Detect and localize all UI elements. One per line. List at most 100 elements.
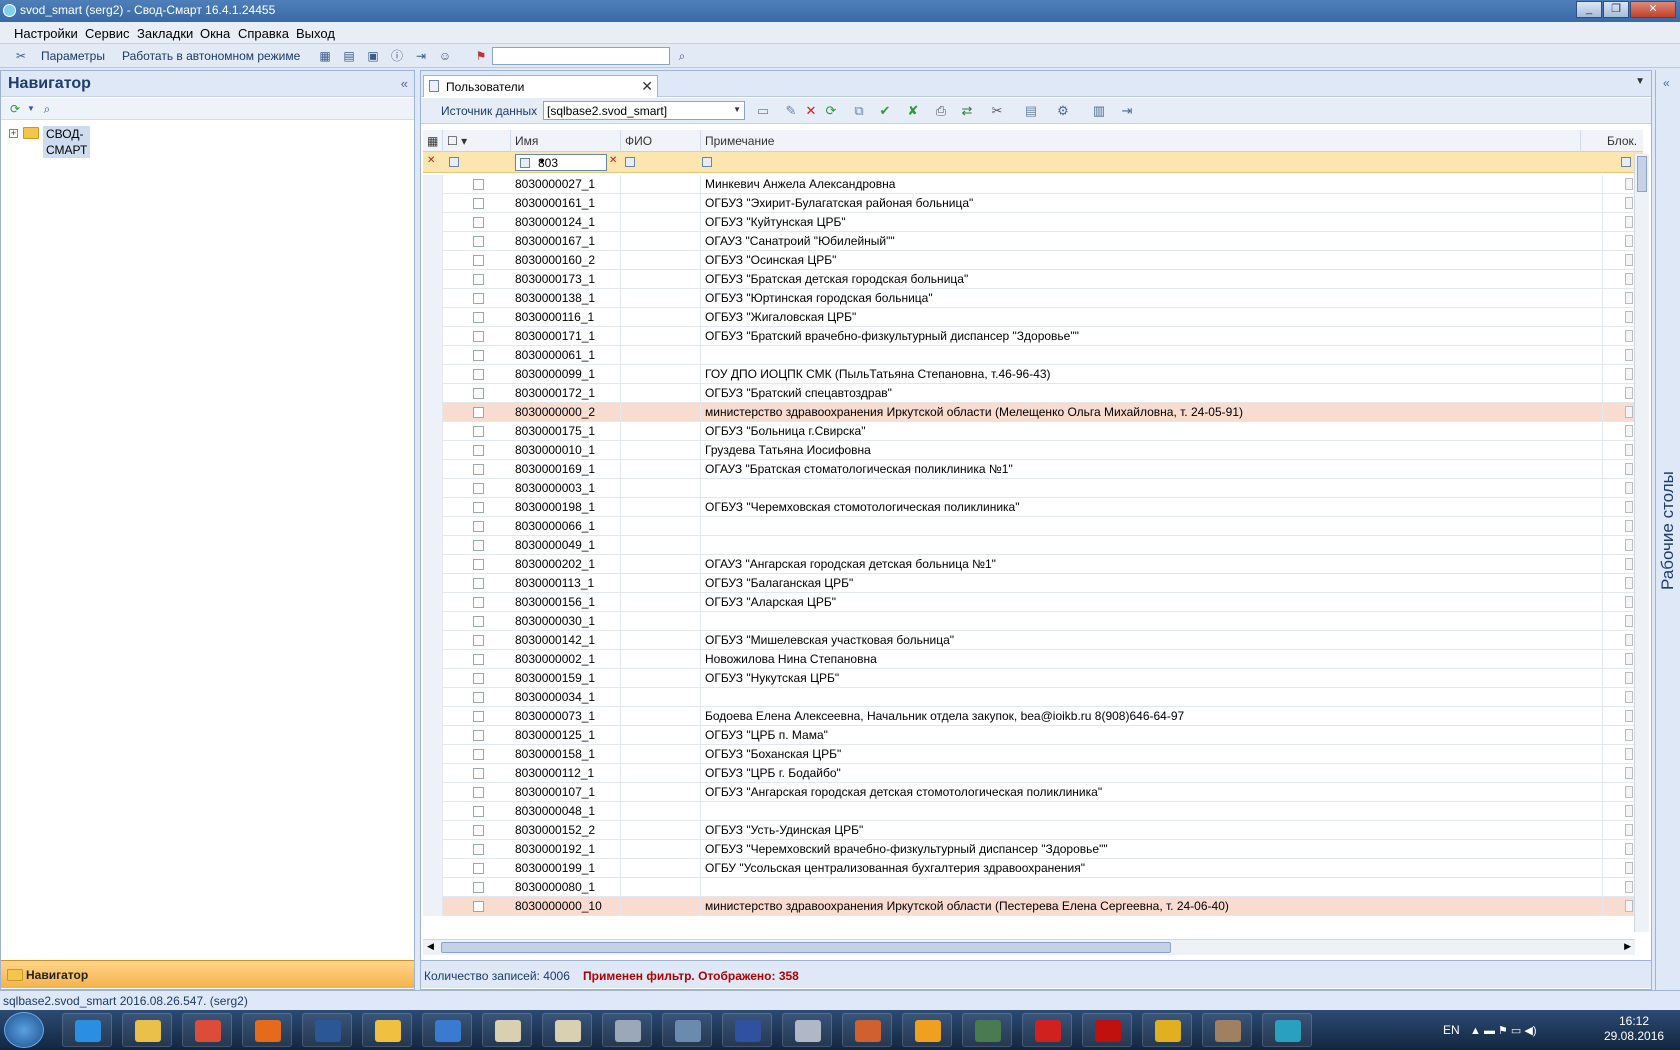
row-indicator[interactable] — [423, 555, 443, 574]
cell-block-checkbox[interactable] — [1625, 349, 1633, 361]
row-indicator[interactable] — [423, 859, 443, 878]
tab-users[interactable]: Пользователи ✕ — [423, 75, 658, 97]
cell-block-checkbox[interactable] — [1625, 577, 1633, 589]
tools-icon[interactable]: ✂ — [989, 103, 1005, 119]
chevron-down-icon[interactable]: ▼ — [538, 157, 603, 166]
taskbar-app[interactable] — [962, 1013, 1012, 1047]
table-row[interactable]: 8030000125_1 ОГБУЗ "ЦРБ п. Мама" — [423, 726, 1643, 745]
row-checkbox[interactable] — [473, 673, 484, 684]
taskbar-app[interactable] — [722, 1013, 772, 1047]
table-row[interactable]: 8030000034_1 — [423, 688, 1643, 707]
row-checkbox[interactable] — [473, 331, 484, 342]
taskbar-app[interactable] — [1202, 1013, 1252, 1047]
row-checkbox[interactable] — [473, 559, 484, 570]
expand-icon[interactable]: + — [9, 129, 18, 138]
row-checkbox[interactable] — [473, 502, 484, 513]
columns-icon[interactable]: ▥ — [1091, 103, 1107, 119]
cell-block-checkbox[interactable] — [1625, 406, 1633, 418]
cell-block-checkbox[interactable] — [1625, 311, 1633, 323]
taskbar-app[interactable] — [902, 1013, 952, 1047]
search-input[interactable] — [492, 47, 670, 65]
cell-block-checkbox[interactable] — [1625, 767, 1633, 779]
cell-block-checkbox[interactable] — [1625, 691, 1633, 703]
row-checkbox[interactable] — [473, 312, 484, 323]
row-checkbox[interactable] — [473, 350, 484, 361]
row-checkbox[interactable] — [473, 483, 484, 494]
cell-block-checkbox[interactable] — [1625, 900, 1633, 912]
block-filter-icon[interactable] — [1621, 157, 1631, 167]
table-row[interactable]: 8030000160_2 ОГБУЗ "Осинская ЦРБ" — [423, 251, 1643, 270]
cell-block-checkbox[interactable] — [1625, 615, 1633, 627]
menu-settings[interactable]: Настройки — [14, 26, 78, 41]
row-checkbox[interactable] — [473, 179, 484, 190]
close-button[interactable]: ✕ — [1630, 1, 1676, 18]
filter-select-icon[interactable] — [449, 157, 459, 167]
menu-windows[interactable]: Окна — [200, 26, 230, 41]
language-indicator[interactable]: EN — [1443, 1023, 1460, 1037]
row-indicator[interactable] — [423, 897, 443, 916]
table-row[interactable]: 8030000202_1 ОГАУЗ "Ангарская городская д… — [423, 555, 1643, 574]
clear-filter-icon[interactable]: ✕ — [609, 155, 619, 166]
desktops-label[interactable]: Рабочие столы — [1658, 471, 1678, 590]
row-checkbox[interactable] — [473, 407, 484, 418]
row-checkbox[interactable] — [473, 388, 484, 399]
cell-block-checkbox[interactable] — [1625, 539, 1633, 551]
row-checkbox[interactable] — [473, 844, 484, 855]
row-checkbox[interactable] — [473, 730, 484, 741]
source-select[interactable]: [sqlbase2.svod_smart] ▼ — [543, 101, 745, 120]
row-checkbox[interactable] — [473, 787, 484, 798]
row-checkbox[interactable] — [473, 217, 484, 228]
taskbar-app[interactable] — [362, 1013, 412, 1047]
column-block[interactable]: Блок. — [1603, 130, 1643, 152]
scroll-right-icon[interactable]: ▶ — [1624, 941, 1631, 952]
scroll-left-icon[interactable]: ◀ — [427, 941, 434, 952]
row-checkbox[interactable] — [473, 464, 484, 475]
menu-bookmarks[interactable]: Закладки — [137, 26, 193, 41]
row-indicator[interactable] — [423, 270, 443, 289]
refresh-icon[interactable]: ⟳ — [7, 101, 23, 117]
note-filter-icon[interactable] — [702, 157, 712, 167]
table-row[interactable]: 8030000002_1 Новожилова Нина Степановна — [423, 650, 1643, 669]
row-indicator[interactable] — [423, 479, 443, 498]
clock[interactable]: 16:12 29.08.2016 — [1604, 1014, 1664, 1044]
taskbar-app[interactable] — [542, 1013, 592, 1047]
row-indicator[interactable] — [423, 175, 443, 194]
row-indicator[interactable] — [423, 441, 443, 460]
row-checkbox[interactable] — [473, 274, 484, 285]
row-checkbox[interactable] — [473, 293, 484, 304]
cell-block-checkbox[interactable] — [1625, 805, 1633, 817]
taskbar-app[interactable] — [602, 1013, 652, 1047]
row-checkbox[interactable] — [473, 369, 484, 380]
gear-icon[interactable]: ⚙ — [1055, 103, 1071, 119]
refresh-icon[interactable]: ⟳ — [823, 103, 839, 119]
table-row[interactable]: 8030000066_1 — [423, 517, 1643, 536]
column-note[interactable]: Примечание — [701, 130, 1581, 152]
taskbar-app[interactable] — [62, 1013, 112, 1047]
cell-block-checkbox[interactable] — [1625, 197, 1633, 209]
cell-block-checkbox[interactable] — [1625, 862, 1633, 874]
cell-block-checkbox[interactable] — [1625, 653, 1633, 665]
grid-menu-icon[interactable]: ▦ — [423, 130, 443, 152]
row-indicator[interactable] — [423, 384, 443, 403]
copy-icon[interactable]: ⧉ — [851, 103, 867, 119]
new-document-icon[interactable]: ▭ — [755, 103, 771, 119]
row-indicator[interactable] — [423, 498, 443, 517]
table-row[interactable]: 8030000152_2 ОГБУЗ "Усть-Удинская ЦРБ" — [423, 821, 1643, 840]
binoculars-icon[interactable]: ⌕ — [674, 48, 690, 64]
row-indicator[interactable] — [423, 308, 443, 327]
taskbar-app[interactable] — [782, 1013, 832, 1047]
row-checkbox[interactable] — [473, 882, 484, 893]
horizontal-scroll-thumb[interactable] — [441, 942, 1171, 953]
row-indicator[interactable] — [423, 346, 443, 365]
table-row[interactable]: 8030000000_2 министерство здравоохранения… — [423, 403, 1643, 422]
row-checkbox[interactable] — [473, 825, 484, 836]
select-all-checkbox[interactable]: ☐ ▾ — [443, 130, 511, 152]
taskbar-app[interactable] — [1082, 1013, 1132, 1047]
table-row[interactable]: 8030000167_1 ОГАУЗ "Санатроий "Юбилейный"… — [423, 232, 1643, 251]
tray-icons[interactable]: ▲ ▬ ⚑ ▭ ◀) — [1470, 1024, 1537, 1037]
edit-icon[interactable]: ✎ — [783, 103, 799, 119]
row-indicator[interactable] — [423, 669, 443, 688]
filter-op-icon[interactable] — [520, 158, 530, 168]
desktops-panel[interactable]: « Рабочие столы — [1655, 70, 1680, 990]
row-indicator[interactable] — [423, 327, 443, 346]
